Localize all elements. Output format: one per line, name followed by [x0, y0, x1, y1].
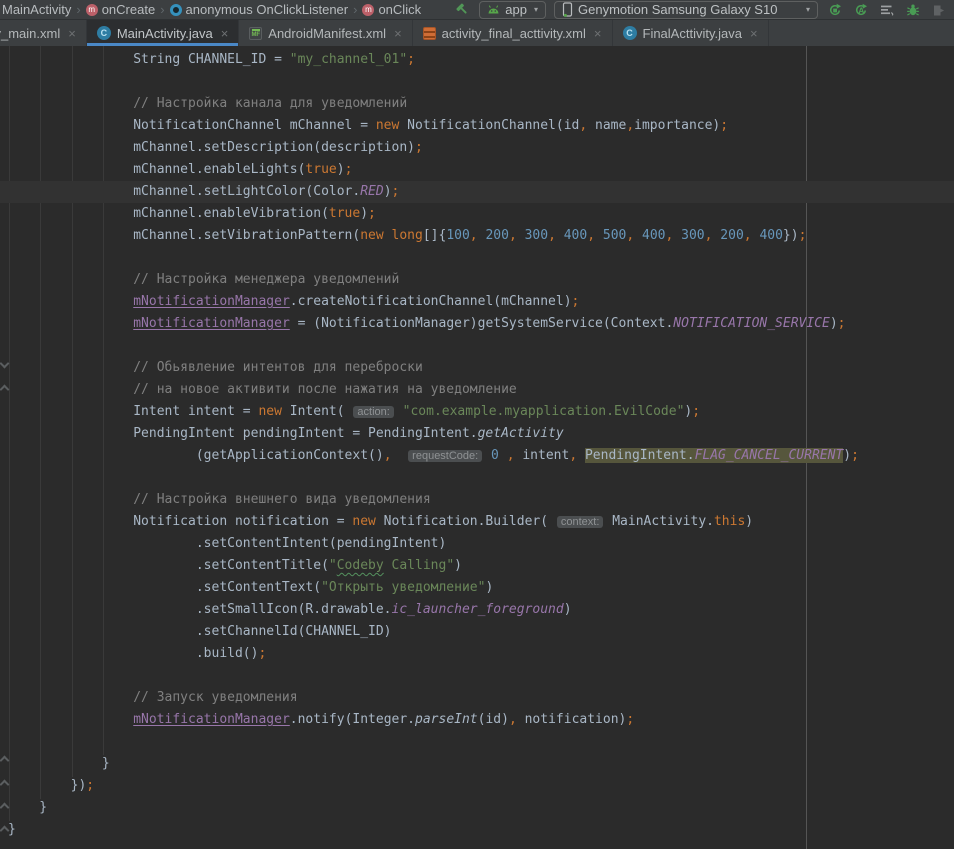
code-line[interactable]: mChannel.setLightColor(Color.RED); [0, 181, 954, 203]
breadcrumb-separator-icon: › [160, 2, 164, 17]
tab-close-icon[interactable]: × [221, 26, 229, 41]
tab-MainActivity.java[interactable]: MainActivity.java × [87, 20, 239, 46]
tab-close-icon[interactable]: × [68, 26, 76, 41]
method-icon [86, 4, 98, 16]
method-icon [362, 4, 374, 16]
code-line[interactable]: .setSmallIcon(R.drawable.ic_launcher_for… [0, 599, 954, 621]
code-line[interactable]: // Настройка внешнего вида уведомления [0, 489, 954, 511]
tab-label: FinalActtivity.java [643, 26, 742, 41]
code-line[interactable]: } [0, 753, 954, 775]
code-line[interactable]: NotificationChannel mChannel = new Notif… [0, 115, 954, 137]
code-line[interactable] [0, 247, 954, 269]
code-line[interactable]: mNotificationManager = (NotificationMana… [0, 313, 954, 335]
run-config-label: app [505, 2, 527, 17]
code-line[interactable]: }); [0, 775, 954, 797]
code-area[interactable]: String CHANNEL_ID = "my_channel_01"; // … [0, 49, 954, 841]
breadcrumb-item-mainactivity[interactable]: MainActivity [2, 2, 71, 17]
device-label: Genymotion Samsung Galaxy S10 [578, 2, 799, 17]
editor-tab-bar: ity_main.xml×MainActivity.java×AndroidMa… [0, 20, 954, 46]
profiler-icon[interactable] [878, 1, 896, 19]
navigation-toolbar: MainActivity › onCreate › anonymous OnClickL… [0, 0, 954, 20]
code-line[interactable]: String CHANNEL_ID = "my_channel_01"; [0, 49, 954, 71]
attach-debugger-icon[interactable] [930, 1, 948, 19]
chevron-down-icon: ▾ [806, 5, 810, 14]
code-line[interactable] [0, 731, 954, 753]
breadcrumb-separator-icon: › [76, 2, 80, 17]
apply-changes-restart-icon[interactable] [826, 1, 844, 19]
code-line[interactable]: .setContentText("Открыть уведомление") [0, 577, 954, 599]
java-class-icon [97, 26, 111, 40]
tab-AndroidManifest.xml[interactable]: AndroidManifest.xml × [239, 20, 412, 46]
tab-activity_final_acttivity.xml[interactable]: activity_final_acttivity.xml × [413, 20, 613, 46]
code-line[interactable]: } [0, 819, 954, 841]
tab-close-icon[interactable]: × [594, 26, 602, 41]
code-line[interactable]: mNotificationManager.notify(Integer.pars… [0, 709, 954, 731]
breadcrumb-separator-icon: › [353, 2, 357, 17]
code-line[interactable]: mNotificationManager.createNotificationC… [0, 291, 954, 313]
code-line[interactable]: // Обьявление интентов для переброски [0, 357, 954, 379]
code-line[interactable]: .setContentIntent(pendingIntent) [0, 533, 954, 555]
code-line[interactable]: // Настройка канала для уведомлений [0, 93, 954, 115]
breadcrumb: MainActivity › onCreate › anonymous OnClickL… [0, 2, 453, 17]
manifest-icon [249, 27, 262, 40]
breadcrumb-item-oncreate[interactable]: onCreate [86, 2, 155, 17]
code-line[interactable]: // на новое активити после нажатия на ув… [0, 379, 954, 401]
code-line[interactable]: (getApplicationContext(), requestCode: 0… [0, 445, 954, 467]
code-line[interactable]: } [0, 797, 954, 819]
code-line[interactable]: mChannel.setVibrationPattern(new long[]{… [0, 225, 954, 247]
tab-close-icon[interactable]: × [750, 26, 758, 41]
chevron-down-icon: ▾ [534, 5, 538, 14]
tab-close-icon[interactable]: × [394, 26, 402, 41]
tab-label: MainActivity.java [117, 26, 213, 41]
android-studio-window: MainActivity › onCreate › anonymous OnClickL… [0, 0, 954, 849]
code-line[interactable] [0, 335, 954, 357]
svg-text:A: A [858, 5, 864, 15]
breadcrumb-label: MainActivity [2, 2, 71, 17]
code-line[interactable]: .setContentTitle("Codeby Calling") [0, 555, 954, 577]
java-class-icon [623, 26, 637, 40]
run-config-selector[interactable]: app ▾ [479, 1, 546, 19]
code-line[interactable]: mChannel.setDescription(description); [0, 137, 954, 159]
code-line[interactable]: .build(); [0, 643, 954, 665]
code-line[interactable]: // Настройка менеджера уведомлений [0, 269, 954, 291]
code-line[interactable]: mChannel.enableLights(true); [0, 159, 954, 181]
tab-label: ity_main.xml [0, 26, 60, 41]
anonymous-class-icon [170, 4, 182, 16]
code-line[interactable] [0, 467, 954, 489]
build-hammer-icon[interactable] [453, 1, 471, 19]
device-phone-icon [562, 2, 573, 17]
android-module-icon [487, 5, 500, 14]
debug-bug-icon[interactable] [904, 1, 922, 19]
tab-label: activity_final_acttivity.xml [442, 26, 586, 41]
breadcrumb-label: anonymous OnClickListener [186, 2, 349, 17]
breadcrumb-label: onCreate [102, 2, 155, 17]
toolbar-right-group: app ▾ Genymotion Samsung Galaxy S10 ▾ A [453, 1, 954, 19]
breadcrumb-item-anonymous-onclicklistener[interactable]: anonymous OnClickListener [170, 2, 349, 17]
layout-xml-icon [423, 27, 436, 40]
code-line[interactable]: .setChannelId(CHANNEL_ID) [0, 621, 954, 643]
code-line[interactable]: // Запуск уведомления [0, 687, 954, 709]
code-line[interactable]: Notification notification = new Notifica… [0, 511, 954, 533]
tab-FinalActtivity.java[interactable]: FinalActtivity.java × [613, 20, 769, 46]
apply-code-changes-icon[interactable]: A [852, 1, 870, 19]
code-line[interactable]: Intent intent = new Intent( action: "com… [0, 401, 954, 423]
breadcrumb-label: onClick [378, 2, 421, 17]
code-editor[interactable]: String CHANNEL_ID = "my_channel_01"; // … [0, 46, 954, 849]
device-selector[interactable]: Genymotion Samsung Galaxy S10 ▾ [554, 1, 818, 19]
code-line[interactable] [0, 665, 954, 687]
tab-ity_main.xml[interactable]: ity_main.xml × [0, 20, 87, 46]
tab-label: AndroidManifest.xml [268, 26, 386, 41]
breadcrumb-item-onclick[interactable]: onClick [362, 2, 421, 17]
code-line[interactable]: PendingIntent pendingIntent = PendingInt… [0, 423, 954, 445]
code-line[interactable] [0, 71, 954, 93]
code-line[interactable]: mChannel.enableVibration(true); [0, 203, 954, 225]
